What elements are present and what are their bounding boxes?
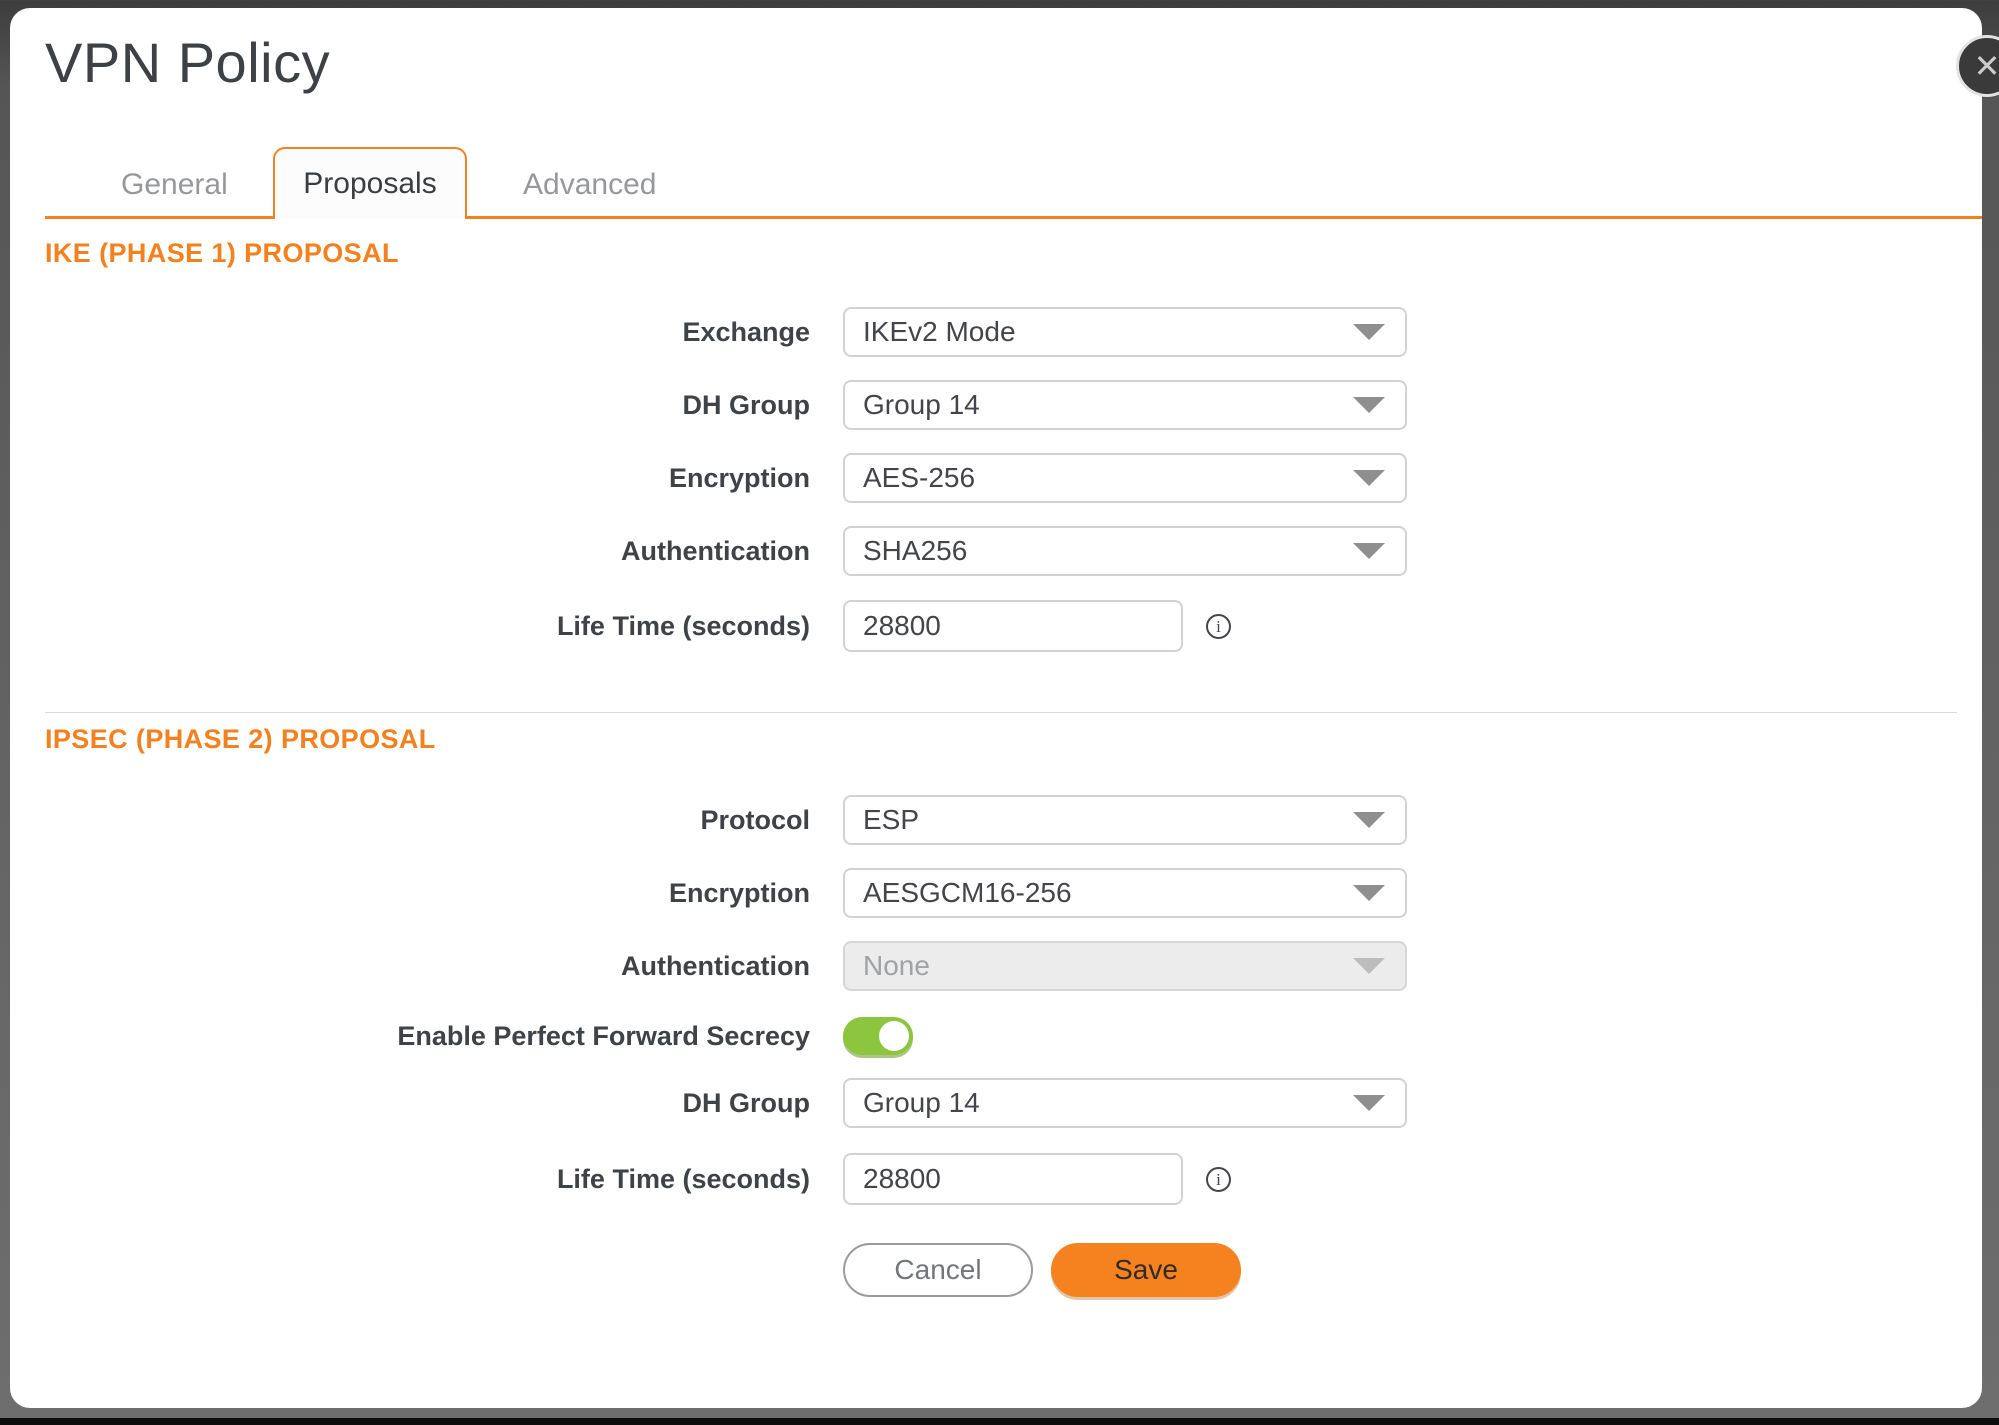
- dh-group-value: Group 14: [845, 389, 1353, 421]
- chevron-down-icon: [1353, 1095, 1385, 1111]
- pfs-toggle[interactable]: [843, 1017, 913, 1055]
- life-time-input[interactable]: [843, 600, 1183, 652]
- ipsec-encryption-value: AESGCM16-256: [845, 877, 1353, 909]
- encryption-label: Encryption: [10, 453, 810, 503]
- exchange-value: IKEv2 Mode: [845, 316, 1353, 348]
- chevron-down-icon: [1353, 470, 1385, 486]
- page-title: VPN Policy: [45, 30, 330, 95]
- info-icon[interactable]: i: [1206, 614, 1231, 639]
- dh-group-label: DH Group: [10, 380, 810, 430]
- tab-proposals[interactable]: Proposals: [273, 147, 467, 219]
- ipsec-encryption-label: Encryption: [10, 868, 810, 918]
- ipsec-dh-group-select[interactable]: Group 14: [843, 1078, 1407, 1128]
- authentication-label: Authentication: [10, 526, 810, 576]
- screen: { "dialog": { "title": "VPN Policy", "cl…: [0, 0, 1999, 1425]
- ipsec-life-time-input[interactable]: [843, 1153, 1183, 1205]
- ike-phase1-heading: IKE (PHASE 1) PROPOSAL: [45, 238, 399, 269]
- cancel-button[interactable]: Cancel: [843, 1243, 1033, 1297]
- protocol-value: ESP: [845, 804, 1353, 836]
- exchange-select[interactable]: IKEv2 Mode: [843, 307, 1407, 357]
- life-time-label: Life Time (seconds): [10, 600, 810, 652]
- vpn-policy-dialog: VPN Policy General Proposals Advanced IK…: [10, 8, 1982, 1408]
- chevron-down-icon: [1353, 958, 1385, 974]
- tab-advanced[interactable]: Advanced: [523, 165, 656, 205]
- ipsec-dh-group-value: Group 14: [845, 1087, 1353, 1119]
- ipsec-phase2-heading: IPSEC (PHASE 2) PROPOSAL: [45, 724, 436, 755]
- tab-general[interactable]: General: [121, 165, 228, 205]
- ipsec-authentication-value: None: [845, 950, 1353, 982]
- chevron-down-icon: [1353, 543, 1385, 559]
- ipsec-dh-group-label: DH Group: [10, 1078, 810, 1128]
- chevron-down-icon: [1353, 885, 1385, 901]
- chevron-down-icon: [1353, 324, 1385, 340]
- ipsec-encryption-select[interactable]: AESGCM16-256: [843, 868, 1407, 918]
- ipsec-authentication-select-disabled: None: [843, 941, 1407, 991]
- chevron-down-icon: [1353, 812, 1385, 828]
- bottom-frame-strip: [0, 1418, 1999, 1425]
- section-divider: [45, 712, 1957, 713]
- exchange-label: Exchange: [10, 307, 810, 357]
- toggle-knob: [879, 1021, 909, 1051]
- authentication-value: SHA256: [845, 535, 1353, 567]
- info-icon[interactable]: i: [1206, 1167, 1231, 1192]
- save-button[interactable]: Save: [1051, 1243, 1241, 1297]
- dh-group-select[interactable]: Group 14: [843, 380, 1407, 430]
- chevron-down-icon: [1353, 397, 1385, 413]
- ipsec-authentication-label: Authentication: [10, 941, 810, 991]
- encryption-value: AES-256: [845, 462, 1353, 494]
- ipsec-life-time-label: Life Time (seconds): [10, 1153, 810, 1205]
- encryption-select[interactable]: AES-256: [843, 453, 1407, 503]
- authentication-select[interactable]: SHA256: [843, 526, 1407, 576]
- protocol-select[interactable]: ESP: [843, 795, 1407, 845]
- pfs-label: Enable Perfect Forward Secrecy: [10, 1017, 810, 1055]
- protocol-label: Protocol: [10, 795, 810, 845]
